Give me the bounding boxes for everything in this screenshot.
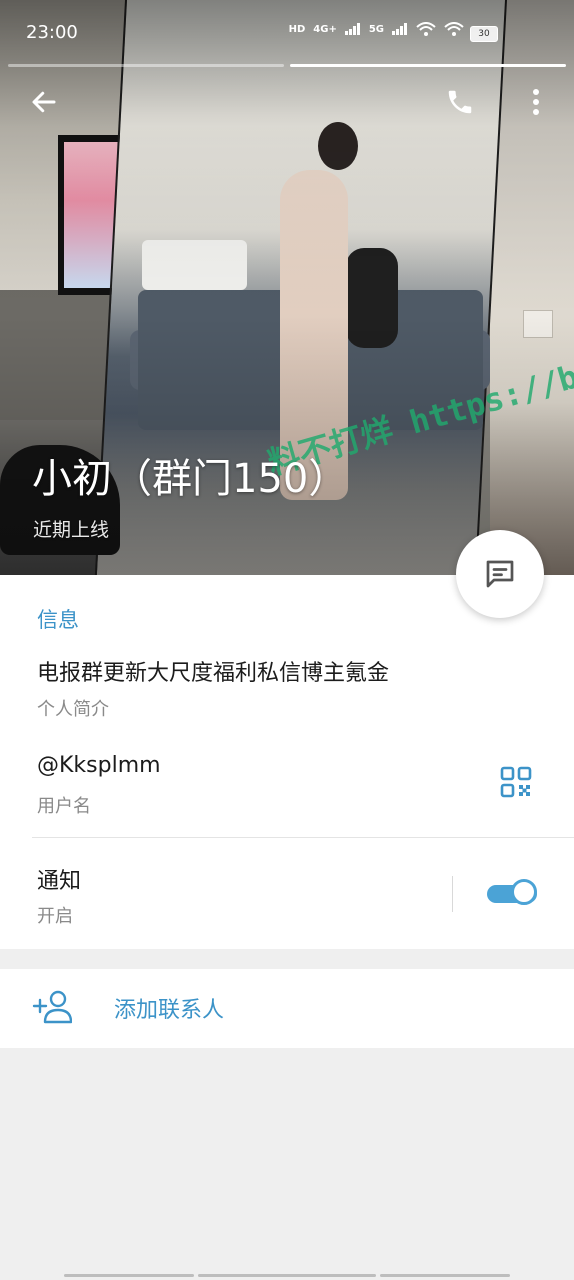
notifications-text: 通知 bbox=[37, 869, 82, 894]
add-user-icon bbox=[32, 990, 72, 1024]
username-row[interactable]: @Kksplmm 用户名 bbox=[0, 745, 574, 835]
nav-indicator bbox=[198, 1274, 376, 1277]
arrow-left-icon bbox=[32, 91, 56, 113]
notifications-toggle[interactable] bbox=[487, 879, 539, 909]
add-contact-button[interactable]: 添加联系人 bbox=[0, 969, 574, 1048]
qr-code-icon bbox=[500, 766, 532, 798]
status-time: 23:00 bbox=[26, 22, 78, 43]
toggle-thumb bbox=[511, 879, 537, 905]
phone-icon bbox=[448, 90, 472, 114]
signal-icon bbox=[392, 23, 407, 35]
nav-indicator bbox=[380, 1274, 510, 1277]
photo-progress-segment bbox=[8, 64, 284, 67]
photo-progress-segment-active bbox=[290, 64, 566, 67]
username-text: @Kksplmm bbox=[37, 753, 161, 778]
bio-text: 电报群更新大尺度福利私信博主氪金 bbox=[37, 661, 390, 686]
5g-indicator: 5G bbox=[368, 23, 384, 35]
notifications-label: 开启 bbox=[37, 906, 73, 927]
nav-indicator bbox=[64, 1274, 194, 1277]
qr-code-button[interactable] bbox=[500, 766, 532, 798]
toggle-separator bbox=[452, 876, 453, 912]
status-icons: HD 4G+ 5G bbox=[289, 22, 464, 36]
status-bar: 23:00 HD 4G+ 5G 30 bbox=[0, 0, 574, 62]
section-title-info: 信息 bbox=[37, 608, 79, 632]
send-message-button[interactable] bbox=[456, 530, 544, 618]
more-menu-button[interactable] bbox=[518, 84, 554, 120]
bio-label: 个人简介 bbox=[37, 699, 109, 720]
back-button[interactable] bbox=[26, 84, 62, 120]
call-button[interactable] bbox=[442, 84, 478, 120]
username-label: 用户名 bbox=[37, 796, 91, 817]
signal-icon bbox=[344, 23, 360, 35]
wifi-icon bbox=[416, 22, 436, 36]
wifi-icon bbox=[444, 22, 464, 36]
profile-name: 小初（群门150） bbox=[32, 456, 349, 502]
bio-row[interactable]: 电报群更新大尺度福利私信博主氪金 个人简介 bbox=[0, 649, 574, 729]
last-seen-status: 近期上线 bbox=[33, 519, 110, 541]
more-vertical-icon bbox=[533, 89, 539, 115]
profile-header: 23:00 HD 4G+ 5G 30 料不打烊 https://bdy20.co… bbox=[0, 0, 574, 575]
4g-indicator: 4G+ bbox=[313, 23, 337, 35]
battery-indicator: 30 bbox=[470, 26, 498, 42]
message-icon bbox=[486, 560, 514, 588]
divider bbox=[32, 837, 574, 838]
add-contact-label: 添加联系人 bbox=[114, 998, 225, 1023]
hd-indicator: HD bbox=[288, 23, 306, 35]
